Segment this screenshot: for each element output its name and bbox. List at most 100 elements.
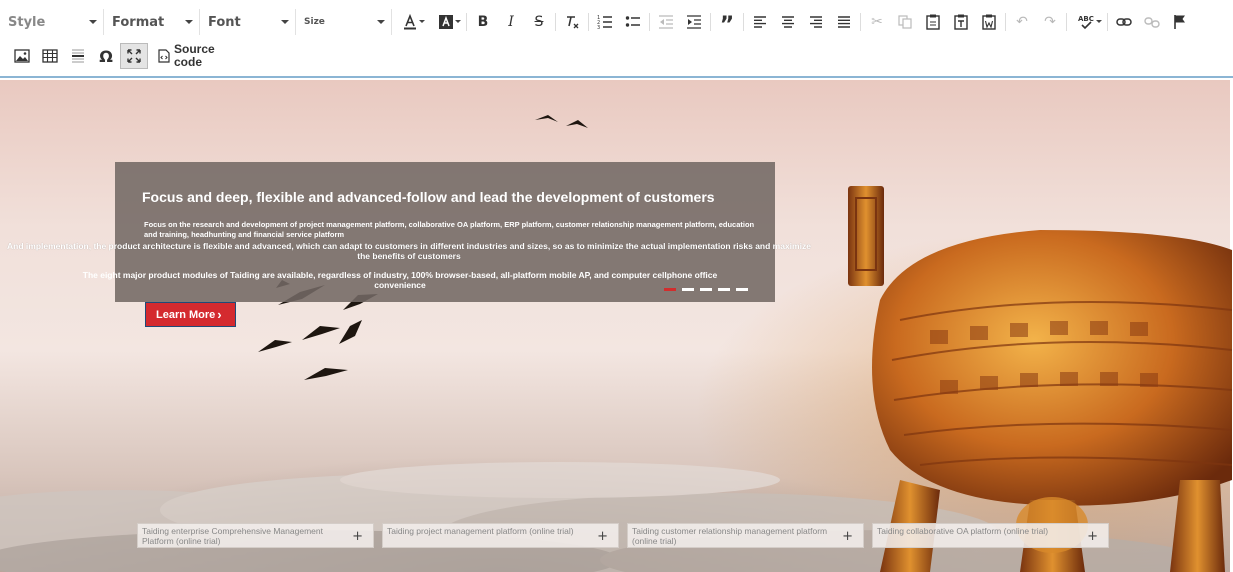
- chevron-right-icon: ›: [217, 307, 222, 322]
- product-cards: Taiding enterprise Comprehensive Managem…: [137, 523, 1109, 548]
- svg-text:ABC: ABC: [1078, 15, 1094, 23]
- paste-text-button[interactable]: [947, 9, 975, 35]
- align-right-button[interactable]: [802, 9, 830, 35]
- undo-button[interactable]: ↶: [1008, 9, 1036, 35]
- spellcheck-button[interactable]: ABC: [1069, 9, 1105, 35]
- link-button[interactable]: [1110, 9, 1138, 35]
- plus-icon[interactable]: +: [597, 529, 608, 544]
- toolbar-separator: [555, 13, 556, 31]
- bold-icon: B: [477, 14, 489, 30]
- numbered-list-icon: 123: [597, 15, 612, 30]
- align-right-icon: [810, 16, 822, 28]
- redo-icon: ↷: [1044, 14, 1056, 30]
- style-dropdown[interactable]: Style: [0, 9, 104, 35]
- spellcheck-icon: ABC: [1078, 15, 1094, 30]
- text-color-icon: [404, 14, 416, 30]
- banner-description-1: Focus on the research and development of…: [144, 220, 755, 239]
- table-icon: [42, 49, 58, 63]
- clipboard-icon: [926, 14, 940, 30]
- product-card-label: Taiding collaborative OA platform (onlin…: [877, 526, 1049, 536]
- bulleted-list-icon: [625, 16, 640, 27]
- toolbar-separator: [649, 13, 650, 31]
- toolbar-separator: [1005, 13, 1006, 31]
- blockquote-button[interactable]: ”: [713, 9, 741, 38]
- style-dropdown-label: Style: [8, 14, 46, 30]
- cut-button[interactable]: ✂: [863, 9, 891, 35]
- italic-button[interactable]: I: [497, 9, 525, 35]
- align-center-icon: [782, 16, 794, 28]
- svg-text:3: 3: [597, 25, 600, 30]
- align-center-button[interactable]: [774, 9, 802, 35]
- slide-dot[interactable]: [700, 288, 712, 291]
- table-button[interactable]: [36, 43, 64, 69]
- chevron-down-icon: [1096, 20, 1102, 23]
- unlink-button[interactable]: [1138, 9, 1166, 35]
- bold-button[interactable]: B: [469, 9, 497, 35]
- plus-icon[interactable]: +: [1087, 529, 1098, 544]
- slide-indicators: [664, 288, 748, 291]
- strikethrough-button[interactable]: S: [525, 9, 553, 35]
- text-color-button[interactable]: [392, 9, 428, 35]
- align-left-button[interactable]: [746, 9, 774, 35]
- product-card-label: Taiding project management platform (onl…: [387, 526, 574, 536]
- editor-toolbar: Style Format Font Size B I S 1 2 3 ” ✂ ↶…: [0, 0, 1233, 78]
- paste-word-icon: [982, 14, 996, 30]
- horizontal-line-icon: [72, 49, 84, 63]
- slide-dot[interactable]: [736, 288, 748, 291]
- product-card[interactable]: Taiding project management platform (onl…: [382, 523, 619, 548]
- format-dropdown[interactable]: Format: [104, 9, 200, 35]
- background-color-button[interactable]: [428, 9, 464, 35]
- paste-button[interactable]: [919, 9, 947, 35]
- learn-more-label: Learn More: [156, 308, 216, 321]
- format-dropdown-label: Format: [112, 14, 165, 30]
- toolbar-row-2: Ω Source code: [0, 39, 224, 73]
- justify-icon: [838, 16, 850, 28]
- copy-icon: [898, 15, 912, 29]
- remove-format-icon: [567, 16, 579, 29]
- banner-description-3: The eight major product modules of Taidi…: [82, 270, 718, 290]
- toolbar-separator: [588, 13, 589, 31]
- toolbar-separator: [743, 13, 744, 31]
- background-color-icon: [439, 15, 453, 29]
- learn-more-button[interactable]: Learn More ›: [145, 302, 236, 327]
- font-dropdown-label: Font: [208, 14, 241, 30]
- maximize-icon: [127, 49, 141, 63]
- quote-icon: ”: [719, 13, 735, 38]
- paste-text-icon: [954, 14, 968, 30]
- unlink-icon: [1144, 17, 1160, 28]
- numbered-list-button[interactable]: 123: [591, 9, 619, 35]
- plus-icon[interactable]: +: [352, 529, 363, 544]
- chevron-down-icon: [455, 20, 461, 23]
- outdent-button[interactable]: [652, 9, 680, 35]
- source-code-label: Source code: [174, 42, 215, 69]
- bulleted-list-button[interactable]: [619, 9, 647, 35]
- outdent-icon: [659, 15, 673, 29]
- maximize-button[interactable]: [120, 43, 148, 69]
- link-icon: [1116, 18, 1132, 26]
- remove-format-button[interactable]: [558, 9, 586, 35]
- font-dropdown[interactable]: Font: [200, 9, 296, 35]
- size-dropdown[interactable]: Size: [296, 9, 392, 35]
- source-code-button[interactable]: Source code: [152, 41, 224, 71]
- plus-icon[interactable]: +: [842, 529, 853, 544]
- redo-button[interactable]: ↷: [1036, 9, 1064, 35]
- special-char-button[interactable]: Ω: [92, 43, 120, 69]
- slide-dot[interactable]: [682, 288, 694, 291]
- image-button[interactable]: [8, 43, 36, 69]
- italic-icon: I: [508, 14, 514, 30]
- slide-dot[interactable]: [664, 288, 676, 291]
- product-card[interactable]: Taiding customer relationship management…: [627, 523, 864, 548]
- slide-dot[interactable]: [718, 288, 730, 291]
- copy-button[interactable]: [891, 9, 919, 35]
- anchor-button[interactable]: [1166, 9, 1194, 35]
- editor-content[interactable]: Focus and deep, flexible and advanced-fo…: [0, 80, 1233, 572]
- horizontal-line-button[interactable]: [64, 43, 92, 69]
- paste-from-word-button[interactable]: [975, 9, 1003, 35]
- product-card[interactable]: Taiding enterprise Comprehensive Managem…: [137, 523, 374, 548]
- flag-icon: [1174, 15, 1185, 29]
- product-card[interactable]: Taiding collaborative OA platform (onlin…: [872, 523, 1109, 548]
- strikethrough-icon: S: [534, 14, 544, 30]
- indent-button[interactable]: [680, 9, 708, 35]
- scissors-icon: ✂: [871, 14, 883, 30]
- justify-button[interactable]: [830, 9, 858, 35]
